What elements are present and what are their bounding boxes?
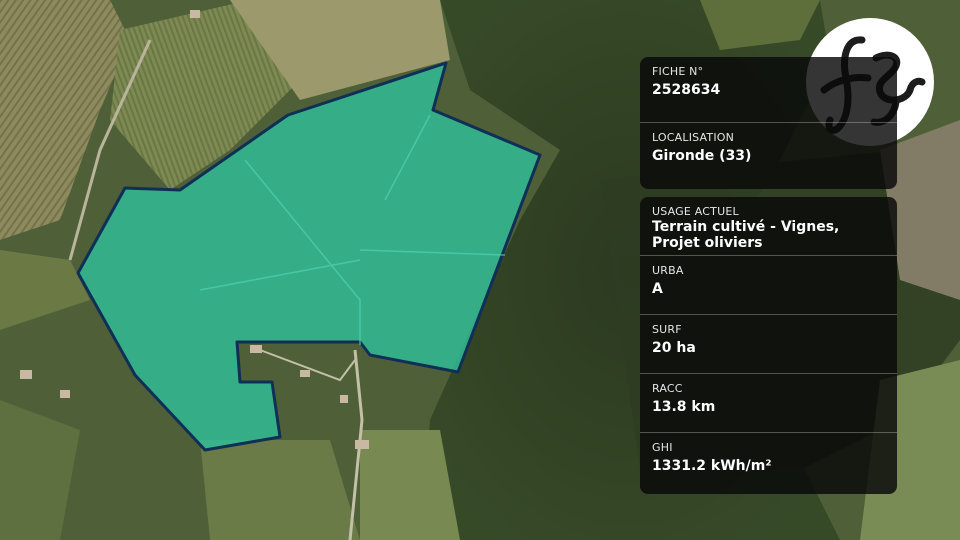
surf-value: 20 ha: [652, 340, 696, 356]
surf-row: SURF 20 ha: [640, 315, 897, 374]
surf-label: SURF: [652, 323, 682, 336]
usage-label: USAGE ACTUEL: [652, 205, 739, 218]
racc-row: RACC 13.8 km: [640, 374, 897, 433]
ghi-label: GHI: [652, 441, 673, 454]
urba-row: URBA A: [640, 256, 897, 315]
ghi-row: GHI 1331.2 kWh/m²: [640, 433, 897, 494]
usage-value: Terrain cultivé - Vignes, Projet olivier…: [652, 219, 840, 251]
ghi-value: 1331.2 kWh/m²: [652, 458, 772, 474]
urba-value: A: [652, 281, 663, 297]
localisation-label: LOCALISATION: [652, 131, 735, 144]
urba-label: URBA: [652, 264, 684, 277]
info-card-top: FICHE N° 2528634 LOCALISATION Gironde (3…: [640, 57, 897, 189]
usage-row: USAGE ACTUEL Terrain cultivé - Vignes, P…: [640, 197, 897, 256]
info-card-bottom: USAGE ACTUEL Terrain cultivé - Vignes, P…: [640, 197, 897, 494]
racc-value: 13.8 km: [652, 399, 716, 415]
fiche-label: FICHE N°: [652, 65, 704, 78]
localisation-value: Gironde (33): [652, 148, 752, 164]
fiche-value: 2528634: [652, 82, 721, 98]
racc-label: RACC: [652, 382, 683, 395]
localisation-row: LOCALISATION Gironde (33): [640, 123, 897, 189]
fiche-row: FICHE N° 2528634: [640, 57, 897, 123]
